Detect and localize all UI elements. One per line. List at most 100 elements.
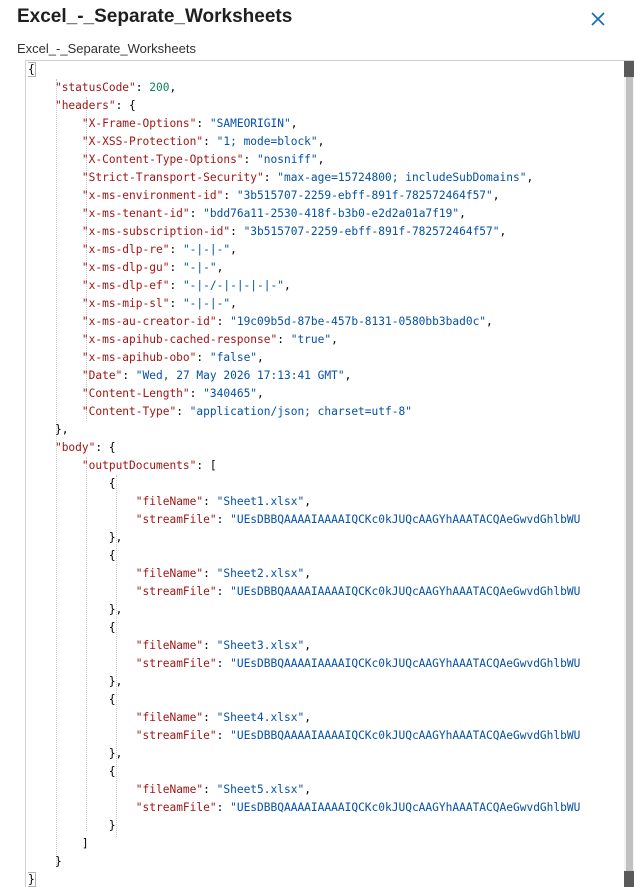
json-key: "Content-Length": [81, 387, 190, 400]
code-line: {: [108, 765, 116, 778]
code-line: {: [108, 477, 116, 490]
scrollbar-thumb[interactable]: [626, 63, 633, 885]
code-line: "fileName": "Sheet5.xlsx",: [135, 783, 311, 796]
json-key: "streamFile": [135, 729, 217, 742]
code-lines: { "statusCode": 200, "headers": { "X-Fra…: [28, 61, 618, 887]
json-string: "UEsDBBQAAAAIAAAAIQCKc0kJUQcAAGYhAAATACQ…: [230, 729, 581, 742]
code-line: },: [108, 747, 123, 760]
code-line: "fileName": "Sheet4.xlsx",: [135, 711, 311, 724]
json-key: "body": [54, 441, 96, 454]
json-key: "streamFile": [135, 657, 217, 670]
json-brace: {: [28, 62, 36, 77]
output-panel: Excel_-_Separate_Worksheets Excel_-_Sepa…: [0, 0, 634, 887]
json-key: "X-Frame-Options": [81, 117, 197, 130]
json-key: "x-ms-apihub-cached-response": [81, 333, 278, 346]
json-string: "1; mode=block": [216, 135, 318, 148]
json-key: "x-ms-mip-sl": [81, 297, 170, 310]
json-key: "x-ms-dlp-gu": [81, 261, 170, 274]
json-brace: }: [28, 872, 36, 887]
code-content[interactable]: { "statusCode": 200, "headers": { "X-Fra…: [28, 61, 618, 887]
code-line: "streamFile": "UEsDBBQAAAAIAAAAIQCKc0kJU…: [135, 657, 581, 670]
json-string: "Sheet3.xlsx": [216, 639, 305, 652]
json-string: "Sheet1.xlsx": [216, 495, 305, 508]
json-string: "SAMEORIGIN": [209, 117, 291, 130]
close-icon: [591, 12, 605, 26]
code-line: "x-ms-apihub-obo": "false",: [81, 351, 264, 364]
json-key: "Date": [81, 369, 123, 382]
json-key: "x-ms-environment-id": [81, 189, 224, 202]
json-string: "true": [290, 333, 332, 346]
json-key: "fileName": [135, 711, 204, 724]
json-string: "19c09b5d-87be-457b-8131-0580bb3bad0c": [230, 315, 487, 328]
json-string: "Wed, 27 May 2026 17:13:41 GMT": [135, 369, 345, 382]
json-code-viewer[interactable]: { "statusCode": 200, "headers": { "X-Fra…: [25, 60, 634, 887]
panel-title: Excel_-_Separate_Worksheets: [17, 6, 293, 27]
code-line: "fileName": "Sheet2.xlsx",: [135, 567, 311, 580]
json-string: "UEsDBBQAAAAIAAAAIQCKc0kJUQcAAGYhAAATACQ…: [230, 801, 581, 814]
code-line: }: [108, 819, 116, 832]
code-line: "X-XSS-Protection": "1; mode=block",: [81, 135, 325, 148]
code-line: {: [108, 549, 116, 562]
code-line: {: [108, 621, 116, 634]
json-key: "headers": [54, 99, 116, 112]
json-key: "outputDocuments": [81, 459, 197, 472]
json-key: "fileName": [135, 495, 204, 508]
code-line: "statusCode": 200,: [54, 81, 177, 94]
code-line: "body": {: [54, 441, 116, 454]
json-string: "-|-": [182, 261, 217, 274]
code-line: },: [54, 423, 69, 436]
scroll-marker-top: [624, 61, 634, 77]
code-line: "x-ms-environment-id": "3b515707-2259-eb…: [81, 189, 500, 202]
code-line: "headers": {: [54, 99, 136, 112]
json-string: "Sheet5.xlsx": [216, 783, 305, 796]
scroll-marker-bottom: [624, 871, 634, 887]
vertical-scrollbar[interactable]: [624, 61, 634, 887]
json-key: "streamFile": [135, 801, 217, 814]
code-line: }: [28, 871, 618, 887]
json-key: "x-ms-dlp-ef": [81, 279, 170, 292]
json-string: "340465": [203, 387, 258, 400]
code-line: "fileName": "Sheet1.xlsx",: [135, 495, 311, 508]
code-line: "streamFile": "UEsDBBQAAAAIAAAAIQCKc0kJU…: [135, 729, 581, 742]
code-line: "x-ms-apihub-cached-response": "true",: [81, 333, 338, 346]
json-string: "UEsDBBQAAAAIAAAAIQCKc0kJUQcAAGYhAAATACQ…: [230, 513, 581, 526]
code-line: "x-ms-au-creator-id": "19c09b5d-87be-457…: [81, 315, 493, 328]
code-line: },: [108, 531, 123, 544]
code-line: {: [28, 61, 618, 79]
json-string: "Sheet2.xlsx": [216, 567, 305, 580]
code-line: ]: [81, 837, 89, 850]
code-line: }: [54, 855, 62, 868]
json-string: "UEsDBBQAAAAIAAAAIQCKc0kJUQcAAGYhAAATACQ…: [230, 585, 581, 598]
code-line: "Content-Type": "application/json; chars…: [81, 405, 412, 418]
code-line: "streamFile": "UEsDBBQAAAAIAAAAIQCKc0kJU…: [135, 585, 581, 598]
code-line: },: [108, 675, 123, 688]
code-line: "X-Frame-Options": "SAMEORIGIN",: [81, 117, 298, 130]
json-key: "fileName": [135, 567, 204, 580]
json-key: "Strict-Transport-Security": [81, 171, 264, 184]
code-line: "x-ms-dlp-re": "-|-|-",: [81, 243, 237, 256]
code-line: "Date": "Wed, 27 May 2026 17:13:41 GMT",: [81, 369, 352, 382]
json-key: "fileName": [135, 783, 204, 796]
json-string: "nosniff": [257, 153, 318, 166]
json-string: "Sheet4.xlsx": [216, 711, 305, 724]
code-line: "Content-Length": "340465",: [81, 387, 264, 400]
panel-subtitle: Excel_-_Separate_Worksheets: [17, 41, 196, 56]
json-key: "fileName": [135, 639, 204, 652]
json-key: "Content-Type": [81, 405, 177, 418]
code-line: "x-ms-tenant-id": "bdd76a11-2530-418f-b3…: [81, 207, 466, 220]
json-key: "x-ms-apihub-obo": [81, 351, 197, 364]
json-key: "x-ms-subscription-id": [81, 225, 231, 238]
json-string: "-|-/-|-|-|-|-": [182, 279, 284, 292]
json-string: "application/json; charset=utf-8": [189, 405, 412, 418]
code-line: },: [108, 603, 123, 616]
json-key: "streamFile": [135, 513, 217, 526]
json-string: "3b515707-2259-ebff-891f-782572464f57": [243, 225, 500, 238]
json-string: "max-age=15724800; includeSubDomains": [277, 171, 527, 184]
code-line: "Strict-Transport-Security": "max-age=15…: [81, 171, 534, 184]
json-key: "x-ms-tenant-id": [81, 207, 190, 220]
json-string: "false": [209, 351, 258, 364]
code-line: "streamFile": "UEsDBBQAAAAIAAAAIQCKc0kJU…: [135, 513, 581, 526]
json-number: 200: [149, 81, 170, 94]
code-line: "X-Content-Type-Options": "nosniff",: [81, 153, 325, 166]
close-button[interactable]: [587, 8, 609, 30]
